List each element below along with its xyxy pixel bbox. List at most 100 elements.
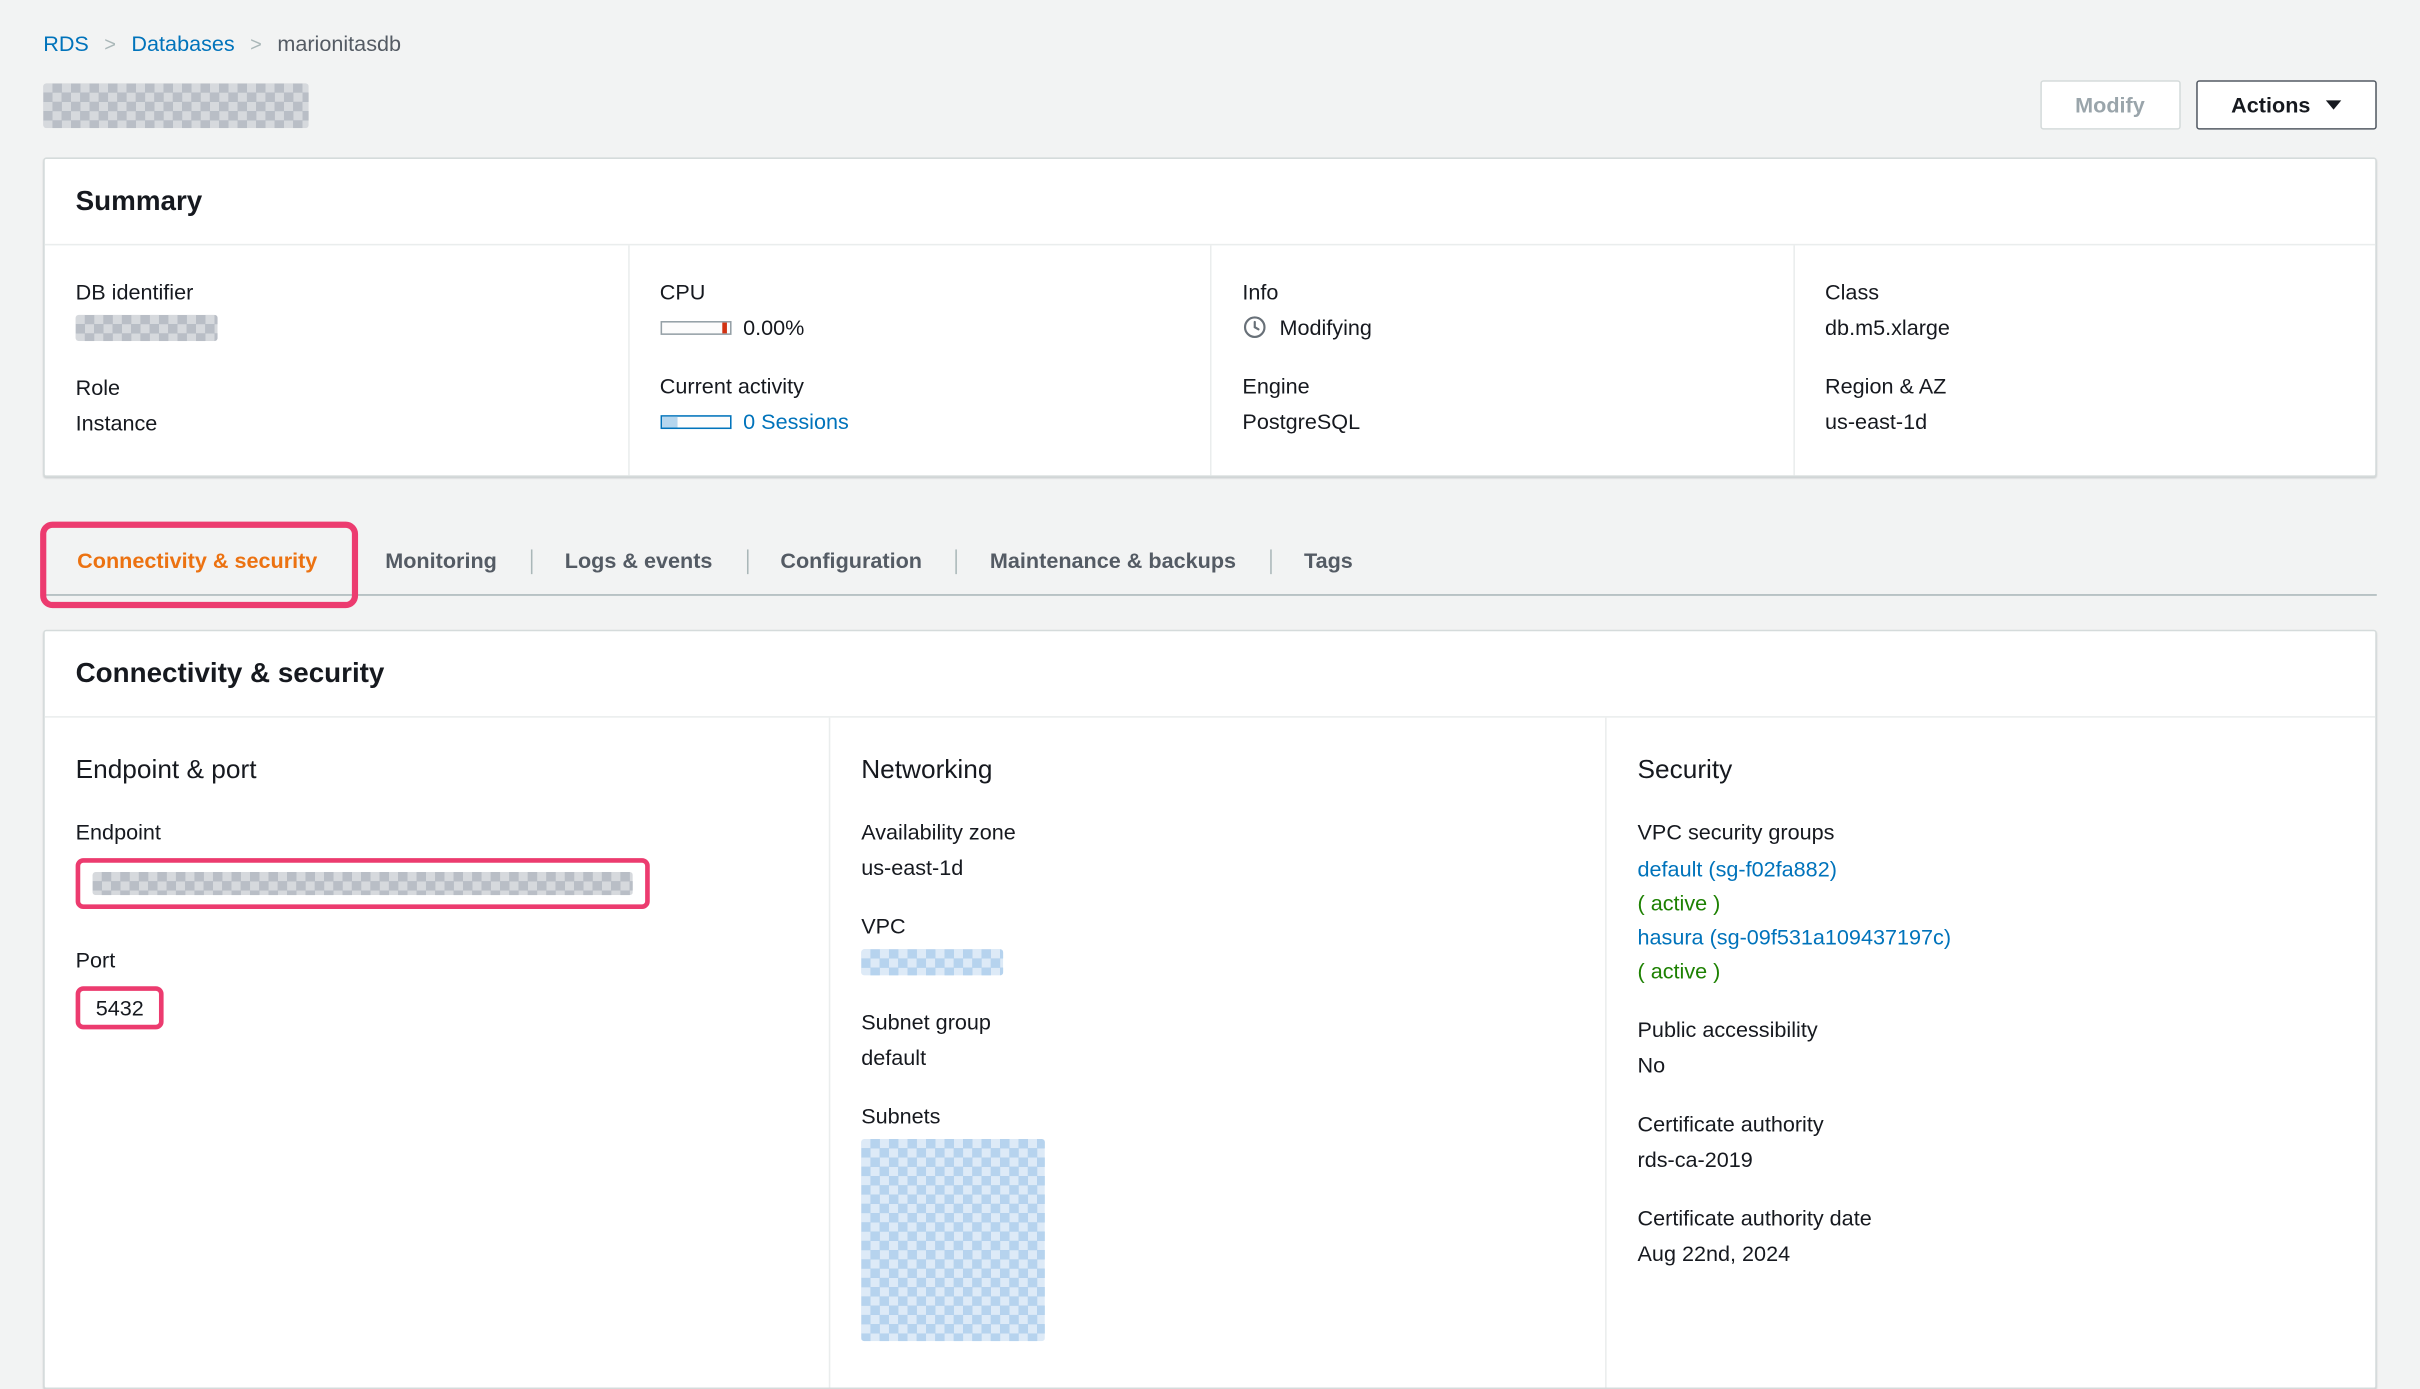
vpc-value-redacted	[861, 949, 1004, 976]
chevron-right-icon: >	[104, 31, 116, 55]
engine-label: Engine	[1242, 373, 1310, 399]
tab-connectivity-security[interactable]: Connectivity & security	[40, 521, 358, 609]
actions-button[interactable]: Actions	[2195, 80, 2377, 130]
info-field: Info Modifying	[1242, 279, 1761, 339]
breadcrumb: RDS > Databases > marionitasdb	[43, 0, 2377, 56]
az-field: Availability zone us-east-1d	[861, 820, 1574, 880]
db-identifier-label: DB identifier	[75, 279, 194, 305]
connectivity-card: Connectivity & security Endpoint & port …	[43, 629, 2377, 1389]
role-label: Role	[75, 375, 121, 400]
info-value-row: Modifying	[1242, 315, 1761, 340]
engine-value: PostgreSQL	[1242, 408, 1361, 434]
breadcrumb-link-rds[interactable]: RDS	[43, 31, 89, 56]
summary-card-title: Summary	[44, 159, 2376, 246]
page-title-redacted	[43, 82, 309, 128]
az-label: Availability zone	[861, 819, 1016, 845]
port-label: Port	[75, 947, 116, 973]
chevron-right-icon: >	[250, 31, 262, 55]
rds-console-viewport: RDS > Databases > marionitasdb Modify Ac…	[0, 0, 2420, 1389]
vpc-label: VPC	[861, 913, 906, 939]
certificate-authority-date-label: Certificate authority date	[1637, 1205, 1872, 1231]
certificate-authority-field: Certificate authority rds-ca-2019	[1638, 1111, 2345, 1171]
sessions-link[interactable]: 0 Sessions	[743, 409, 849, 434]
region-label: Region & AZ	[1825, 373, 1947, 399]
sessions-gauge-fill	[661, 415, 678, 427]
endpoint-field: Endpoint	[75, 819, 798, 914]
subnet-group-value: default	[861, 1044, 927, 1070]
summary-col-cpu: CPU 0.00% Current activity 0 Sessions	[627, 245, 1210, 476]
summary-col-class: Class db.m5.xlarge Region & AZ us-east-1…	[1792, 245, 2376, 476]
subnet-group-field: Subnet group default	[861, 1009, 1574, 1069]
info-label: Info	[1242, 279, 1279, 305]
region-field: Region & AZ us-east-1d	[1825, 373, 2344, 433]
cpu-gauge	[659, 320, 731, 335]
cpu-value: 0.00%	[743, 314, 805, 340]
tab-logs-events[interactable]: Logs & events	[531, 529, 747, 594]
class-value: db.m5.xlarge	[1825, 314, 1950, 340]
cpu-value-row: 0.00%	[659, 314, 1179, 340]
port-field: Port 5432	[75, 947, 798, 1030]
class-label: Class	[1825, 279, 1880, 305]
security-title: Security	[1637, 754, 1733, 785]
connectivity-grid: Endpoint & port Endpoint Port 5432 Netwo…	[45, 717, 2375, 1388]
breadcrumb-current: marionitasdb	[277, 30, 402, 56]
security-group-link-default[interactable]: default (sg-f02fa882)	[1638, 857, 1837, 882]
subnets-label: Subnets	[861, 1103, 941, 1129]
tab-tags[interactable]: Tags	[1270, 529, 1387, 594]
tab-maintenance-backups[interactable]: Maintenance & backups	[956, 529, 1270, 594]
public-accessibility-field: Public accessibility No	[1638, 1017, 2345, 1077]
class-field: Class db.m5.xlarge	[1825, 279, 2344, 339]
security-section: Security VPC security groups default (sg…	[1605, 717, 2375, 1388]
summary-grid: DB identifier Role Instance CPU 0.00% Cu…	[45, 245, 2376, 476]
current-activity-field: Current activity 0 Sessions	[659, 373, 1179, 434]
role-field: Role Instance	[76, 375, 597, 435]
header-actions: Modify Actions	[2039, 80, 2377, 130]
tab-configuration[interactable]: Configuration	[746, 529, 956, 594]
security-group-status-hasura: ( active )	[1637, 958, 1721, 984]
az-value: us-east-1d	[861, 855, 964, 880]
certificate-authority-label: Certificate authority	[1637, 1111, 1824, 1136]
summary-card: Summary DB identifier Role Instance CPU	[43, 157, 2377, 477]
tab-monitoring[interactable]: Monitoring	[351, 529, 531, 594]
db-identifier-redacted	[75, 314, 218, 342]
security-group-link-hasura[interactable]: hasura (sg-09f531a109437197c)	[1638, 924, 1952, 949]
sessions-gauge	[659, 414, 731, 429]
connectivity-card-title: Connectivity & security	[44, 631, 2376, 718]
breadcrumb-link-databases[interactable]: Databases	[131, 31, 234, 56]
vpc-field: VPC	[861, 914, 1574, 976]
modify-button[interactable]: Modify	[2039, 80, 2181, 130]
summary-col-info: Info Modifying Engine PostgreSQL	[1209, 245, 1793, 476]
networking-title: Networking	[861, 754, 993, 785]
db-identifier-field: DB identifier	[75, 279, 597, 342]
endpoint-value-redacted	[92, 872, 633, 896]
annotation-box-endpoint	[75, 858, 650, 910]
port-value: 5432	[95, 995, 144, 1021]
security-group-status-default: ( active )	[1637, 890, 1721, 916]
subnets-field: Subnets	[861, 1104, 1574, 1342]
networking-section: Networking Availability zone us-east-1d …	[828, 717, 1605, 1388]
public-accessibility-value: No	[1637, 1052, 1666, 1078]
certificate-authority-date-field: Certificate authority date Aug 22nd, 202…	[1638, 1205, 2345, 1265]
vpc-security-groups-field: VPC security groups default (sg-f02fa882…	[1638, 820, 2345, 984]
region-value: us-east-1d	[1825, 408, 1928, 434]
endpoint-label: Endpoint	[75, 819, 161, 845]
caret-down-icon	[2325, 100, 2342, 110]
page: RDS > Databases > marionitasdb Modify Ac…	[0, 0, 2420, 1389]
cpu-gauge-marker	[721, 321, 727, 333]
info-value: Modifying	[1279, 314, 1372, 340]
summary-col-identifier: DB identifier Role Instance	[45, 245, 628, 475]
actions-button-label: Actions	[2231, 92, 2311, 118]
clock-icon	[1242, 315, 1267, 340]
engine-field: Engine PostgreSQL	[1242, 373, 1761, 433]
certificate-authority-value: rds-ca-2019	[1637, 1146, 1753, 1172]
subnet-group-label: Subnet group	[861, 1009, 991, 1035]
detail-tabs: Connectivity & security Monitoring Logs …	[40, 521, 2377, 609]
endpoint-port-section: Endpoint & port Endpoint Port 5432	[45, 718, 829, 1388]
current-activity-row: 0 Sessions	[659, 409, 1179, 434]
certificate-authority-date-value: Aug 22nd, 2024	[1637, 1240, 1791, 1266]
subnets-value-redacted	[861, 1139, 1045, 1342]
endpoint-port-title: Endpoint & port	[75, 754, 257, 785]
tab-connectivity-security-label: Connectivity & security	[77, 547, 318, 573]
public-accessibility-label: Public accessibility	[1637, 1017, 1818, 1042]
cpu-field: CPU 0.00%	[659, 279, 1179, 340]
